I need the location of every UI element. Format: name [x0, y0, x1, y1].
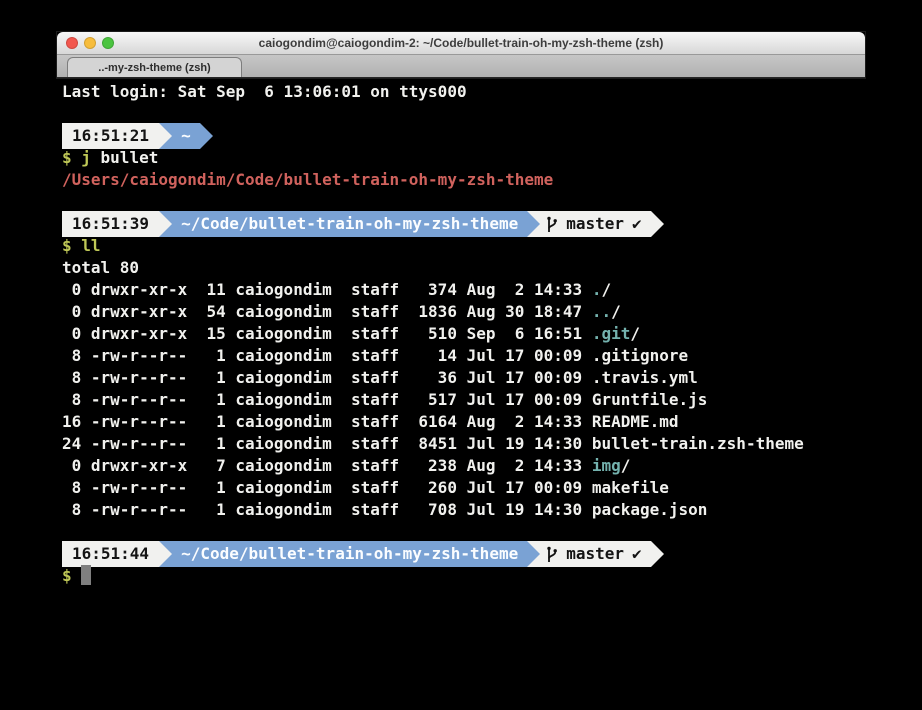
listing-row: 0 drwxr-xr-x 54 caiogondim staff 1836 Au…	[62, 301, 922, 323]
terminal-window-chrome: caiogondim@caiogondim-2: ~/Code/bullet-t…	[57, 32, 865, 78]
git-branch-name: master	[566, 543, 624, 565]
window-titlebar[interactable]: caiogondim@caiogondim-2: ~/Code/bullet-t…	[57, 32, 865, 55]
window-title: caiogondim@caiogondim-2: ~/Code/bullet-t…	[259, 36, 664, 50]
blank-line	[62, 191, 922, 213]
command-text: $ ll	[62, 236, 101, 255]
listing-row-meta: 8 -rw-r--r-- 1 caiogondim staff 708 Jul …	[62, 500, 592, 519]
listing-row: 8 -rw-r--r-- 1 caiogondim staff 517 Jul …	[62, 389, 922, 411]
listing-row-meta: 8 -rw-r--r-- 1 caiogondim staff 36 Jul 1…	[62, 368, 592, 387]
listing-file-name: .travis.yml	[592, 368, 698, 387]
prompt-bar-3: 16:51:44 ~/Code/bullet-train-oh-my-zsh-th…	[62, 541, 664, 567]
listing-row: 24 -rw-r--r-- 1 caiogondim staff 8451 Ju…	[62, 433, 922, 455]
listing-row-meta: 0 drwxr-xr-x 54 caiogondim staff 1836 Au…	[62, 302, 592, 321]
listing-row-meta: 8 -rw-r--r-- 1 caiogondim staff 260 Jul …	[62, 478, 592, 497]
git-status-check: ✔	[632, 213, 642, 235]
listing-file-name: .gitignore	[592, 346, 688, 365]
file-listing: 0 drwxr-xr-x 11 caiogondim staff 374 Aug…	[62, 279, 922, 521]
listing-row: 8 -rw-r--r-- 1 caiogondim staff 260 Jul …	[62, 477, 922, 499]
git-branch-name: master	[566, 213, 624, 235]
listing-row: 0 drwxr-xr-x 15 caiogondim staff 510 Sep…	[62, 323, 922, 345]
prompt-dir-segment: ~	[172, 123, 200, 149]
prompt-bar-2: 16:51:39 ~/Code/bullet-train-oh-my-zsh-th…	[62, 211, 664, 237]
total-line: total 80	[62, 257, 922, 279]
prompt-bar-1: 16:51:21 ~	[62, 123, 213, 149]
text-cursor[interactable]	[81, 565, 91, 585]
powerline-arrow-icon	[651, 211, 664, 237]
listing-row-meta: 0 drwxr-xr-x 11 caiogondim staff 374 Aug…	[62, 280, 592, 299]
listing-row: 8 -rw-r--r-- 1 caiogondim staff 36 Jul 1…	[62, 367, 922, 389]
listing-row: 0 drwxr-xr-x 11 caiogondim staff 374 Aug…	[62, 279, 922, 301]
powerline-arrow-icon	[159, 211, 172, 237]
listing-file-name: img	[592, 456, 621, 475]
powerline-arrow-icon	[651, 541, 664, 567]
powerline-arrow-icon	[527, 211, 540, 237]
close-button[interactable]	[66, 37, 78, 49]
prompt-git-segment: master ✔	[540, 211, 650, 237]
listing-row-meta: 8 -rw-r--r-- 1 caiogondim staff 517 Jul …	[62, 390, 592, 409]
powerline-arrow-icon	[159, 541, 172, 567]
listing-dir-slash: /	[621, 456, 631, 475]
tab-active[interactable]: ..-my-zsh-theme (zsh)	[67, 57, 242, 77]
listing-file-name: makefile	[592, 478, 669, 497]
prompt-dir-segment: ~/Code/bullet-train-oh-my-zsh-theme	[172, 541, 527, 567]
tab-bar: ..-my-zsh-theme (zsh)	[57, 55, 865, 78]
desktop-background: caiogondim@caiogondim-2: ~/Code/bullet-t…	[0, 0, 922, 710]
last-login-line: Last login: Sat Sep 6 13:06:01 on ttys00…	[62, 81, 922, 103]
git-branch-icon	[546, 546, 558, 563]
git-status-check: ✔	[632, 543, 642, 565]
blank-line	[62, 103, 922, 125]
listing-file-name: .	[592, 280, 602, 299]
traffic-lights	[66, 32, 114, 54]
listing-row: 0 drwxr-xr-x 7 caiogondim staff 238 Aug …	[62, 455, 922, 477]
listing-row: 8 -rw-r--r-- 1 caiogondim staff 708 Jul …	[62, 499, 922, 521]
prompt-git-segment: master ✔	[540, 541, 650, 567]
command-text: $ j	[62, 148, 91, 167]
listing-row-meta: 0 drwxr-xr-x 15 caiogondim staff 510 Sep…	[62, 324, 592, 343]
listing-dir-slash: /	[601, 280, 611, 299]
listing-row: 8 -rw-r--r-- 1 caiogondim staff 14 Jul 1…	[62, 345, 922, 367]
tab-label: ..-my-zsh-theme (zsh)	[98, 62, 210, 74]
listing-row: 16 -rw-r--r-- 1 caiogondim staff 6164 Au…	[62, 411, 922, 433]
powerline-arrow-icon	[159, 123, 172, 149]
cursor-line[interactable]: $	[62, 565, 922, 587]
listing-file-name: bullet-train.zsh-theme	[592, 434, 804, 453]
listing-file-name: README.md	[592, 412, 679, 431]
listing-file-name: ..	[592, 302, 611, 321]
command-line-ll: $ ll	[62, 235, 922, 257]
command-text: bullet	[91, 148, 158, 167]
prompt-time-segment: 16:51:44	[62, 541, 159, 567]
prompt-dollar: $	[62, 566, 81, 585]
listing-dir-slash: /	[611, 302, 621, 321]
listing-row-meta: 24 -rw-r--r-- 1 caiogondim staff 8451 Ju…	[62, 434, 592, 453]
prompt-time-segment: 16:51:21	[62, 123, 159, 149]
minimize-button[interactable]	[84, 37, 96, 49]
powerline-arrow-icon	[527, 541, 540, 567]
autojump-output-path: /Users/caiogondim/Code/bullet-train-oh-m…	[62, 169, 922, 191]
git-branch-icon	[546, 216, 558, 233]
listing-row-meta: 8 -rw-r--r-- 1 caiogondim staff 14 Jul 1…	[62, 346, 592, 365]
listing-dir-slash: /	[630, 324, 640, 343]
zoom-button[interactable]	[102, 37, 114, 49]
listing-file-name: package.json	[592, 500, 708, 519]
listing-file-name: .git	[592, 324, 631, 343]
listing-file-name: Gruntfile.js	[592, 390, 708, 409]
command-line-j-bullet: $ j bullet	[62, 147, 922, 169]
terminal-content[interactable]: Last login: Sat Sep 6 13:06:01 on ttys00…	[57, 77, 922, 587]
powerline-arrow-icon	[200, 123, 213, 149]
listing-row-meta: 0 drwxr-xr-x 7 caiogondim staff 238 Aug …	[62, 456, 592, 475]
listing-row-meta: 16 -rw-r--r-- 1 caiogondim staff 6164 Au…	[62, 412, 592, 431]
prompt-time-segment: 16:51:39	[62, 211, 159, 237]
blank-line	[62, 521, 922, 543]
prompt-dir-segment: ~/Code/bullet-train-oh-my-zsh-theme	[172, 211, 527, 237]
